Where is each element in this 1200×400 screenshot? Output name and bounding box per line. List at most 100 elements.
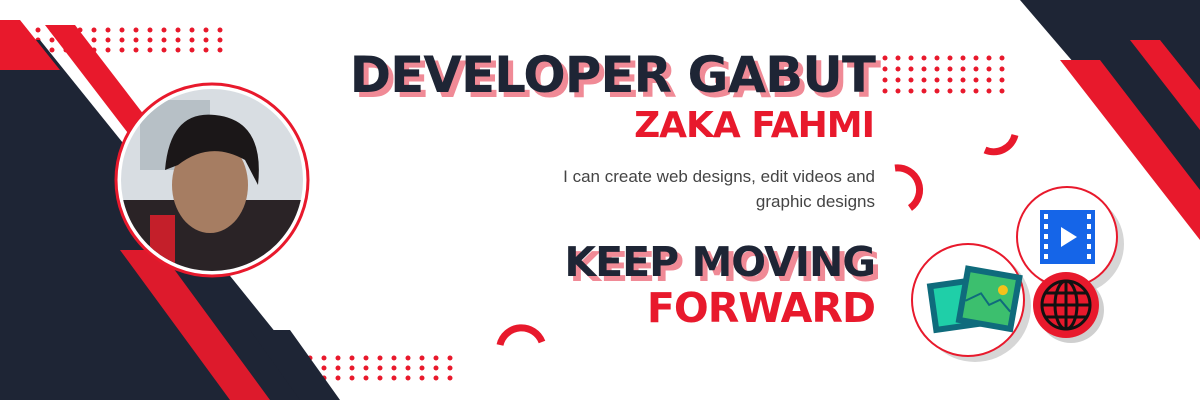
- decor-dot: [419, 375, 425, 381]
- decor-dot: [908, 66, 914, 72]
- decor-dot: [335, 365, 341, 371]
- decor-dot: [960, 88, 966, 94]
- decor-dot: [391, 365, 397, 371]
- decor-dot: [895, 88, 901, 94]
- decor-dot: [999, 88, 1005, 94]
- motto-line-1: KEEP MOVING: [564, 238, 876, 286]
- decor-dot: [405, 365, 411, 371]
- decor-dot: [91, 27, 97, 33]
- decor-dot: [999, 55, 1005, 61]
- decor-dot: [908, 77, 914, 83]
- decor-dot: [895, 77, 901, 83]
- decor-dot: [960, 66, 966, 72]
- decor-dot: [921, 66, 927, 72]
- decor-dot: [161, 47, 167, 53]
- decor-dot: [882, 55, 888, 61]
- decor-dot: [908, 55, 914, 61]
- decor-dot: [49, 47, 55, 53]
- decor-dot: [147, 37, 153, 43]
- decor-dot: [147, 27, 153, 33]
- decor-dot: [377, 375, 383, 381]
- decor-dot: [934, 66, 940, 72]
- decor-dot: [133, 27, 139, 33]
- author-name: ZAKA FAHMI: [634, 105, 875, 146]
- decor-dot: [447, 375, 453, 381]
- decor-dot: [335, 375, 341, 381]
- decor-dot: [175, 27, 181, 33]
- decor-dot: [203, 47, 209, 53]
- decor-dot: [433, 355, 439, 361]
- decor-dot: [119, 37, 125, 43]
- decor-dot: [986, 88, 992, 94]
- decor-dot: [189, 37, 195, 43]
- decor-dot: [882, 66, 888, 72]
- decor-dot: [91, 37, 97, 43]
- decor-dot: [960, 55, 966, 61]
- decor-dot: [217, 37, 223, 43]
- globe-icon: [1040, 279, 1092, 331]
- decor-dot: [973, 66, 979, 72]
- decor-dot: [161, 37, 167, 43]
- decor-dot: [105, 37, 111, 43]
- decor-dot: [433, 365, 439, 371]
- description-line: I can create web designs, edit videos an…: [563, 167, 875, 186]
- decor-dot: [105, 27, 111, 33]
- decor-dot: [335, 355, 341, 361]
- decor-dot: [363, 365, 369, 371]
- decor-dot: [433, 375, 439, 381]
- decor-dot: [934, 55, 940, 61]
- decor-dot: [217, 47, 223, 53]
- decor-dot: [391, 375, 397, 381]
- decor-dot: [447, 365, 453, 371]
- decor-dot: [377, 355, 383, 361]
- decor-dot: [321, 355, 327, 361]
- decor-dot: [882, 88, 888, 94]
- motto-line-2: FORWARD: [646, 284, 876, 332]
- decor-dot: [349, 375, 355, 381]
- decor-dot: [49, 37, 55, 43]
- decor-arc: [496, 324, 546, 347]
- decor-dot: [947, 77, 953, 83]
- page-title: DEVELOPER GABUT: [349, 46, 876, 104]
- decor-dot: [119, 47, 125, 53]
- decor-dot: [363, 355, 369, 361]
- decor-dot: [921, 88, 927, 94]
- decor-dot: [391, 355, 397, 361]
- decor-dot: [947, 66, 953, 72]
- decor-dot: [973, 55, 979, 61]
- decor-dot: [161, 27, 167, 33]
- decor-dot: [35, 27, 41, 33]
- decor-dot: [405, 375, 411, 381]
- decor-dot: [986, 77, 992, 83]
- decor-dot: [349, 355, 355, 361]
- decor-dot: [147, 47, 153, 53]
- video-play-icon: [1040, 210, 1095, 264]
- decor-dot: [934, 77, 940, 83]
- description-line: graphic designs: [755, 192, 875, 211]
- decor-dot: [973, 88, 979, 94]
- decor-dot: [349, 365, 355, 371]
- decor-dot: [203, 27, 209, 33]
- decor-dot: [921, 77, 927, 83]
- decor-dot: [175, 47, 181, 53]
- decor-dot: [986, 55, 992, 61]
- decor-dot: [999, 77, 1005, 83]
- decor-dot: [133, 47, 139, 53]
- decor-dot: [321, 365, 327, 371]
- decor-dot: [921, 55, 927, 61]
- decor-dot: [377, 365, 383, 371]
- decor-dot: [999, 66, 1005, 72]
- decor-dot: [119, 27, 125, 33]
- decor-dot: [947, 55, 953, 61]
- decor-dot: [189, 47, 195, 53]
- decor-arc: [894, 164, 923, 211]
- decor-dot: [895, 66, 901, 72]
- decor-dot: [133, 37, 139, 43]
- decor-dot: [908, 88, 914, 94]
- decor-dot: [189, 27, 195, 33]
- decor-dot: [960, 77, 966, 83]
- decor-dot: [419, 355, 425, 361]
- decor-dot: [973, 77, 979, 83]
- decor-dot: [895, 55, 901, 61]
- decor-arc: [983, 133, 1019, 156]
